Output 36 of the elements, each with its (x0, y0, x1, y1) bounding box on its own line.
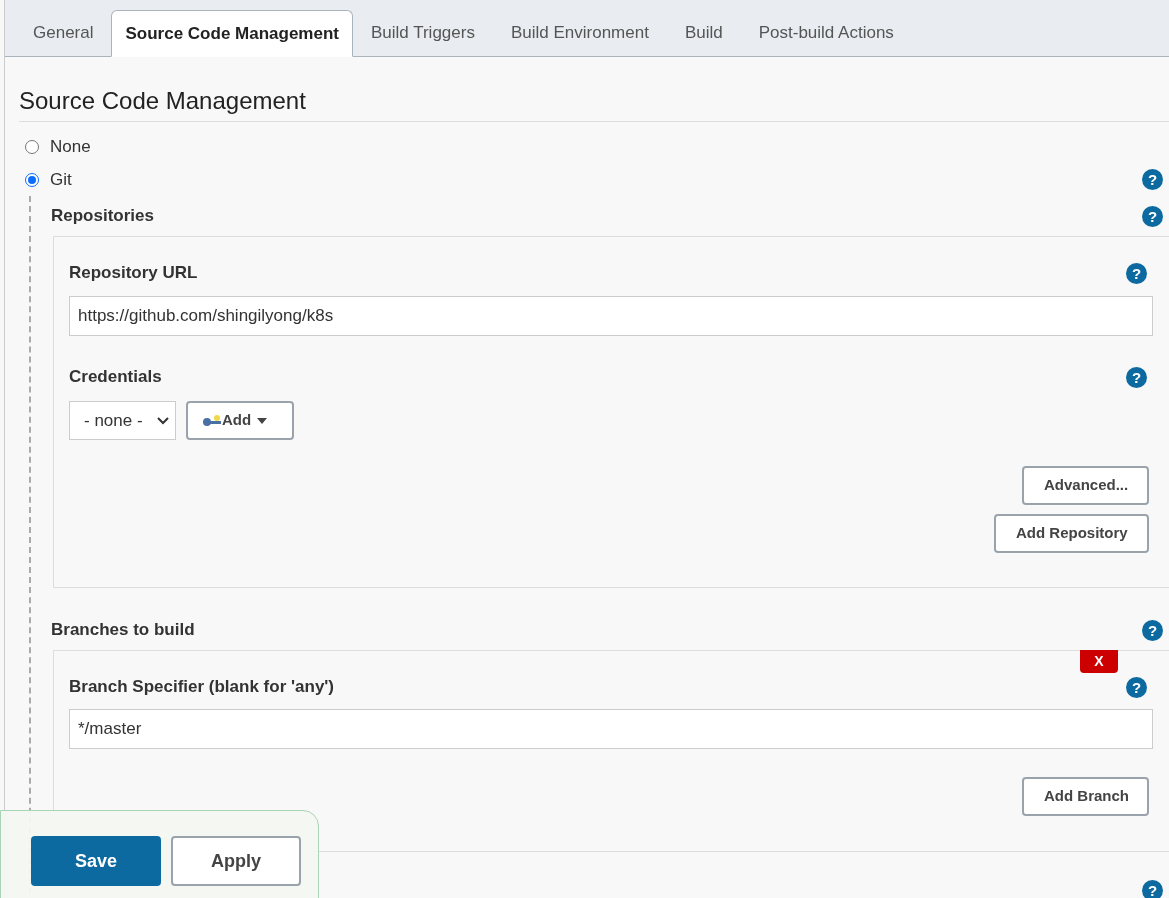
tab[interactable]: Build (666, 10, 741, 56)
tab[interactable]: Post-build Actions (740, 10, 912, 56)
add-credentials-button[interactable]: Add (186, 401, 294, 440)
add-branch-button[interactable]: Add Branch (1022, 777, 1149, 816)
help-icon[interactable]: ? (1142, 169, 1163, 190)
caret-icon (257, 417, 268, 424)
field-label: Branches to build (51, 619, 195, 642)
chevron-down-icon (157, 416, 169, 425)
radio-label: Git (50, 168, 72, 191)
tab[interactable]: General (15, 10, 112, 56)
help-icon[interactable]: ? (1126, 366, 1147, 388)
apply-button[interactable]: Apply (171, 836, 301, 886)
tab[interactable]: Source Code Management (111, 10, 353, 57)
radio-button[interactable] (25, 172, 39, 187)
help-icon[interactable]: ? (1126, 262, 1147, 284)
radio-button[interactable] (25, 139, 39, 154)
section-title: Source Code Management (19, 86, 307, 116)
help-icon[interactable]: ? (1142, 880, 1163, 898)
credentials-dropdown[interactable]: - none - (69, 401, 176, 440)
field-label: Repositories (51, 205, 154, 228)
text-field[interactable]: */master (69, 709, 1153, 749)
delete-button[interactable]: X (1080, 650, 1118, 673)
radio-label: None (50, 135, 91, 158)
tab[interactable]: Build Triggers (353, 10, 493, 56)
add-repository-button[interactable]: Add Repository (994, 514, 1149, 553)
help-icon[interactable]: ? (1126, 676, 1147, 698)
key-icon (202, 414, 222, 427)
advanced-button[interactable]: Advanced... (1022, 466, 1149, 505)
save-button[interactable]: Save (31, 836, 161, 886)
text-field[interactable]: https://github.com/shingilyong/k8s (69, 296, 1153, 336)
help-icon[interactable]: ? (1142, 619, 1163, 641)
tab[interactable]: Build Environment (492, 10, 667, 56)
help-icon[interactable]: ? (1142, 205, 1163, 227)
field-label: Repository URL (69, 262, 198, 285)
field-label: Credentials (69, 366, 162, 389)
field-label: Branch Specifier (blank for 'any') (69, 676, 335, 699)
